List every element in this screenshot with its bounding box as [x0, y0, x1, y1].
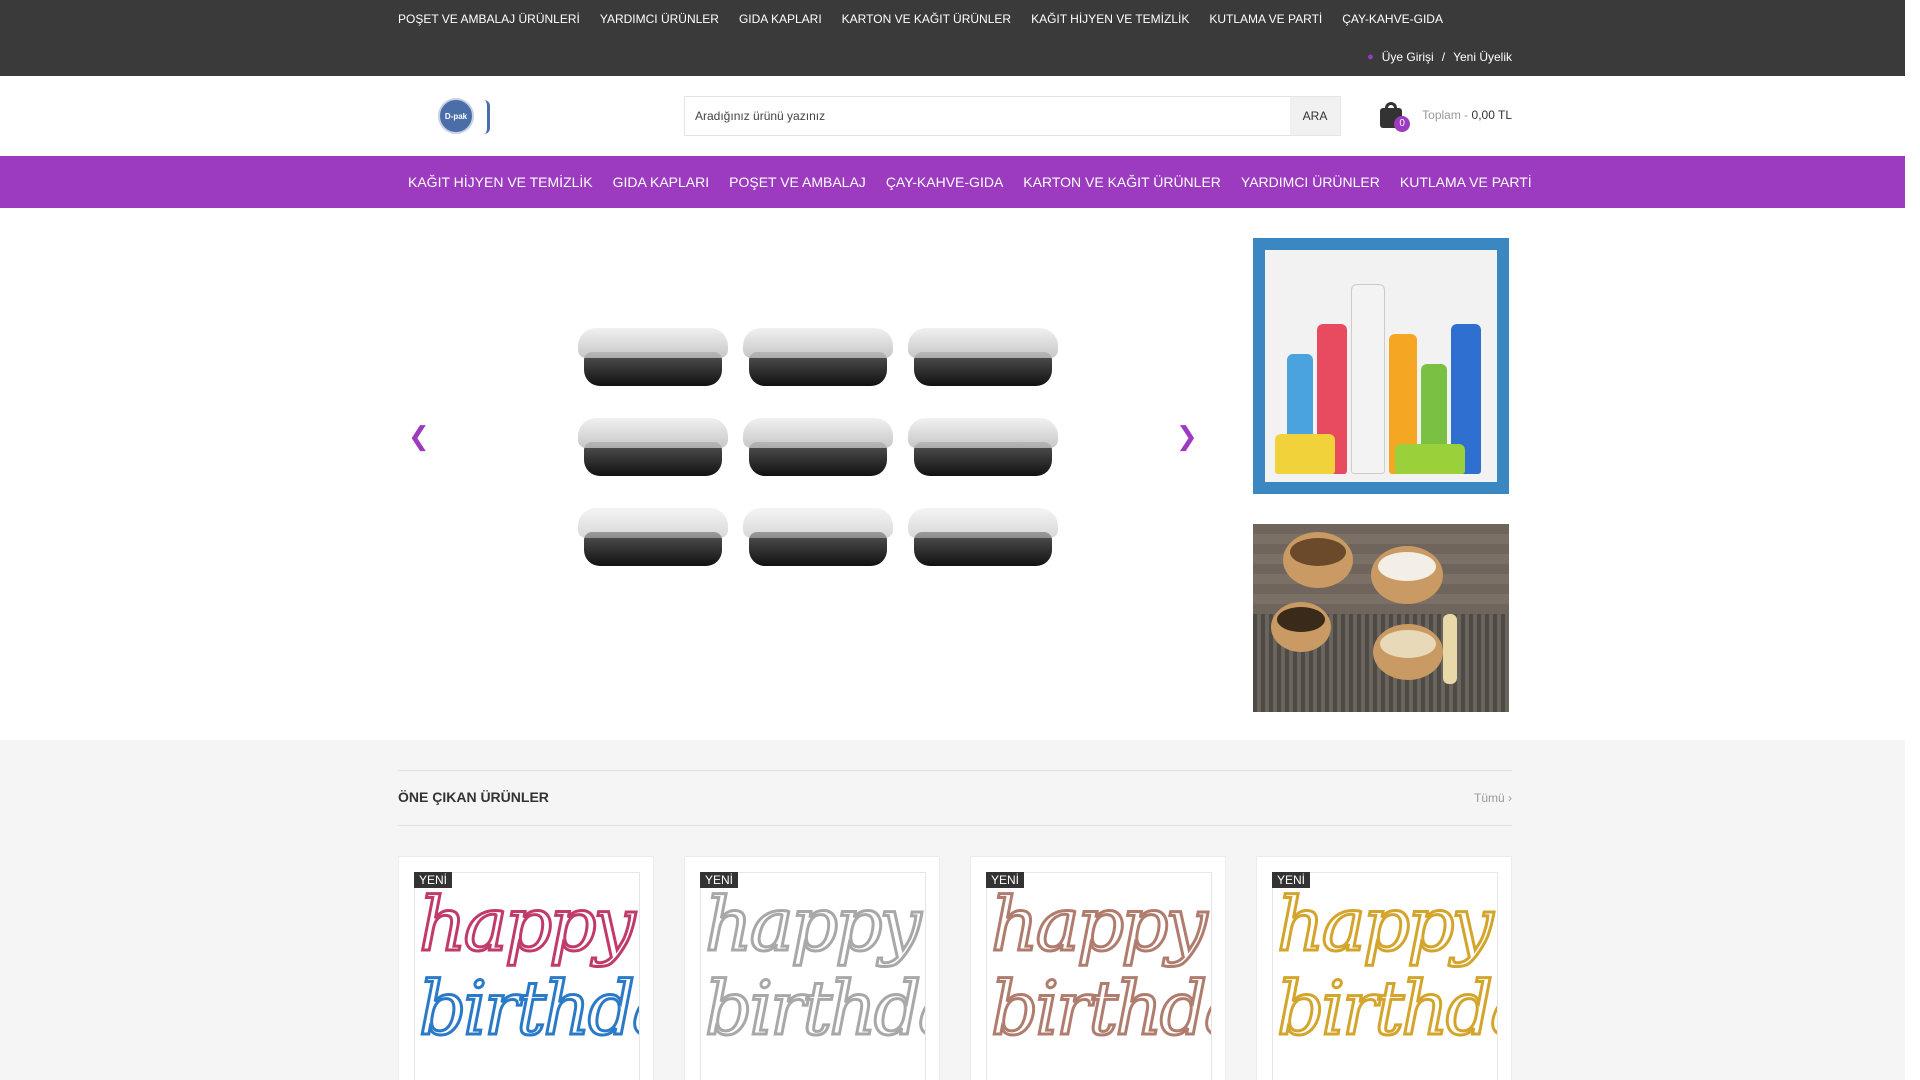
search-input[interactable]: [685, 97, 1290, 135]
logo-mark: D-pak: [438, 98, 474, 134]
featured-title: ÖNE ÇIKAN ÜRÜNLER: [398, 789, 549, 805]
cart[interactable]: 0 Toplam - 0,00 TL: [1380, 102, 1512, 132]
slide-image-food-containers[interactable]: [568, 318, 1068, 578]
cleaning-products-image: [1265, 250, 1497, 482]
product-card[interactable]: YENİ happy birthday: [684, 856, 940, 1080]
new-badge: YENİ: [986, 872, 1025, 888]
product-image[interactable]: happy birthday: [700, 872, 926, 1080]
main-nav-karton[interactable]: KARTON VE KAĞIT ÜRÜNLER: [1013, 174, 1231, 190]
search-button[interactable]: ARA: [1290, 97, 1340, 135]
banner-cleaning-products[interactable]: [1253, 238, 1509, 494]
separator: /: [1441, 50, 1446, 64]
product-image-text: happy birthday: [418, 882, 640, 1053]
product-grid: YENİ happy birthday YENİ happy birthday: [398, 856, 1512, 1080]
register-link[interactable]: Yeni Üyelik: [1453, 50, 1512, 64]
hero: ❮ ❯: [0, 208, 1905, 836]
logo[interactable]: D-pak: [438, 98, 493, 142]
shopping-bag-icon[interactable]: 0: [1380, 102, 1411, 132]
top-nav-gida[interactable]: GIDA KAPLARI: [739, 12, 822, 26]
main-nav-cay[interactable]: ÇAY-KAHVE-GIDA: [876, 174, 1013, 190]
top-nav-kutlama[interactable]: KUTLAMA VE PARTİ: [1209, 12, 1322, 26]
main-nav-kutlama[interactable]: KUTLAMA VE PARTİ: [1390, 174, 1542, 190]
top-nav-cay[interactable]: ÇAY-KAHVE-GIDA: [1342, 12, 1443, 26]
top-nav-poset[interactable]: POŞET VE AMBALAJ ÜRÜNLERİ: [398, 12, 580, 26]
product-card[interactable]: YENİ happy birthday: [970, 856, 1226, 1080]
cart-total: 0,00 TL: [1471, 108, 1512, 122]
product-image-text: happy birthday: [704, 882, 926, 1053]
cart-summary: Toplam - 0,00 TL: [1422, 108, 1512, 122]
product-image[interactable]: happy birthday: [1272, 872, 1498, 1080]
main-nav: KAĞIT HİJYEN VE TEMİZLİK GIDA KAPLARI PO…: [0, 156, 1905, 208]
new-badge: YENİ: [414, 872, 453, 888]
product-image[interactable]: happy birthday: [986, 872, 1212, 1080]
main-nav-gida[interactable]: GIDA KAPLARI: [603, 174, 719, 190]
top-nav-kagit[interactable]: KAĞIT HİJYEN VE TEMİZLİK: [1031, 12, 1189, 26]
cart-count-badge: 0: [1394, 116, 1411, 132]
featured-section: ÖNE ÇIKAN ÜRÜNLER Tümü › YENİ happy birt…: [0, 740, 1905, 1080]
top-nav-karton[interactable]: KARTON VE KAĞIT ÜRÜNLER: [842, 12, 1011, 26]
main-nav-poset[interactable]: POŞET VE AMBALAJ: [719, 174, 876, 190]
product-image-text: happy birthday: [990, 882, 1212, 1053]
product-card[interactable]: YENİ happy birthday: [398, 856, 654, 1080]
header: D-pak ARA 0 Toplam - 0,00 TL: [0, 76, 1905, 156]
product-image-text: happy birthday: [1276, 882, 1498, 1053]
main-nav-kagit[interactable]: KAĞIT HİJYEN VE TEMİZLİK: [398, 174, 603, 190]
new-badge: YENİ: [700, 872, 739, 888]
login-link[interactable]: Üye Girişi: [1382, 50, 1434, 64]
product-image[interactable]: happy birthday: [414, 872, 640, 1080]
new-badge: YENİ: [1272, 872, 1311, 888]
featured-all-link[interactable]: Tümü ›: [1474, 791, 1512, 805]
user-icon: ●: [1367, 51, 1374, 63]
logo-swoosh: [484, 100, 490, 134]
featured-header: ÖNE ÇIKAN ÜRÜNLER Tümü ›: [398, 770, 1512, 826]
slider-next-icon[interactable]: ❯: [1176, 423, 1198, 449]
top-nav: POŞET VE AMBALAJ ÜRÜNLERİ YARDIMCI ÜRÜNL…: [398, 12, 1463, 26]
product-card[interactable]: YENİ happy birthday: [1256, 856, 1512, 1080]
main-nav-yardimci[interactable]: YARDIMCI ÜRÜNLER: [1231, 174, 1390, 190]
top-bar: POŞET VE AMBALAJ ÜRÜNLERİ YARDIMCI ÜRÜNL…: [0, 0, 1905, 76]
search-bar: ARA: [684, 96, 1341, 136]
user-actions: ● Üye Girişi / Yeni Üyelik: [1367, 50, 1512, 64]
banner-food-bowls[interactable]: [1253, 524, 1509, 712]
top-nav-yardimci[interactable]: YARDIMCI ÜRÜNLER: [600, 12, 719, 26]
hero-slider: ❮ ❯: [398, 238, 1206, 638]
slider-prev-icon[interactable]: ❮: [408, 423, 430, 449]
cart-label: Toplam -: [1422, 108, 1469, 122]
page: POŞET VE AMBALAJ ÜRÜNLERİ YARDIMCI ÜRÜNL…: [0, 0, 1920, 1080]
